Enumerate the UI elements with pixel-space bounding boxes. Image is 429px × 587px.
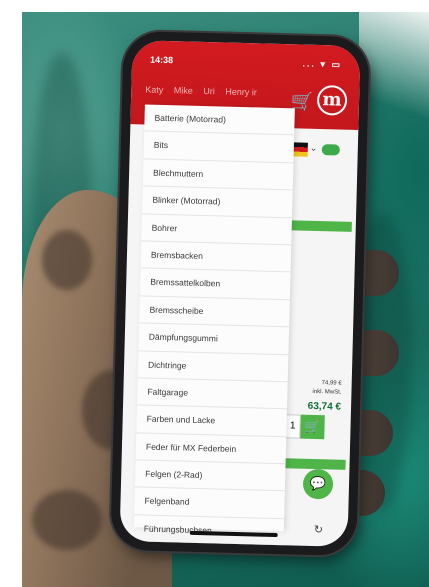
status-bar: 14:38 ... ▾ ▭ xyxy=(150,55,342,74)
add-to-cart-button[interactable]: 🛒 xyxy=(300,414,325,440)
smartphone: 14:38 ... ▾ ▭ Katy Mike Uri Henry ir 🛒 m… xyxy=(110,30,370,557)
user-name[interactable]: Henry ir xyxy=(225,87,257,98)
dropdown-item[interactable]: Farben und Lacke xyxy=(136,405,287,437)
dropdown-item[interactable]: Faltgarage xyxy=(137,378,288,410)
dropdown-item[interactable]: Dämpfungsgummi xyxy=(138,323,290,355)
dropdown-item[interactable]: Blechmuttern xyxy=(142,159,294,191)
dropdown-item[interactable]: Dichtringe xyxy=(137,350,289,383)
dropdown-item[interactable]: Felgen (2-Rad) xyxy=(134,460,286,492)
reload-icon[interactable]: ↻ xyxy=(314,523,324,536)
chevron-down-icon[interactable]: ⌄ xyxy=(310,143,318,154)
light-glare xyxy=(359,12,429,122)
dropdown-item[interactable]: Batterie (Motorrad) xyxy=(144,104,295,136)
dropdown-item[interactable]: Bremssattelkolben xyxy=(139,268,291,301)
dropdown-item[interactable]: Felgenband xyxy=(134,487,285,520)
dropdown-item[interactable]: Feder für MX Federbein xyxy=(135,433,287,465)
price-current: 63,74 € xyxy=(307,400,342,413)
user-names: Katy Mike Uri Henry ir xyxy=(145,84,265,97)
user-name[interactable]: Katy xyxy=(145,84,163,94)
dropdown-item[interactable]: Bits xyxy=(143,131,295,164)
dropdown-item[interactable]: Blinker (Motorrad) xyxy=(142,186,293,218)
phone-screen: 14:38 ... ▾ ▭ Katy Mike Uri Henry ir 🛒 m… xyxy=(119,40,361,547)
dropdown-item[interactable]: Bremsbacken xyxy=(140,241,292,273)
chat-icon[interactable]: 💬 xyxy=(302,468,334,500)
toggle-switch[interactable] xyxy=(321,144,340,156)
category-dropdown: Batterie (Motorrad) Bits Blechmuttern Bl… xyxy=(133,104,295,547)
status-time: 14:38 xyxy=(149,54,174,66)
dropdown-item[interactable]: Bremsscheibe xyxy=(139,296,290,328)
status-icons: ... ▾ ▭ xyxy=(302,58,343,70)
price-old: 74,99 € xyxy=(321,380,342,387)
user-name[interactable]: Uri xyxy=(203,86,215,96)
dropdown-item[interactable]: Bohrer xyxy=(141,213,292,246)
logo[interactable]: m xyxy=(316,84,348,116)
price-vat-note: inkl. MwSt. xyxy=(312,388,342,396)
user-name[interactable]: Mike xyxy=(174,85,193,95)
